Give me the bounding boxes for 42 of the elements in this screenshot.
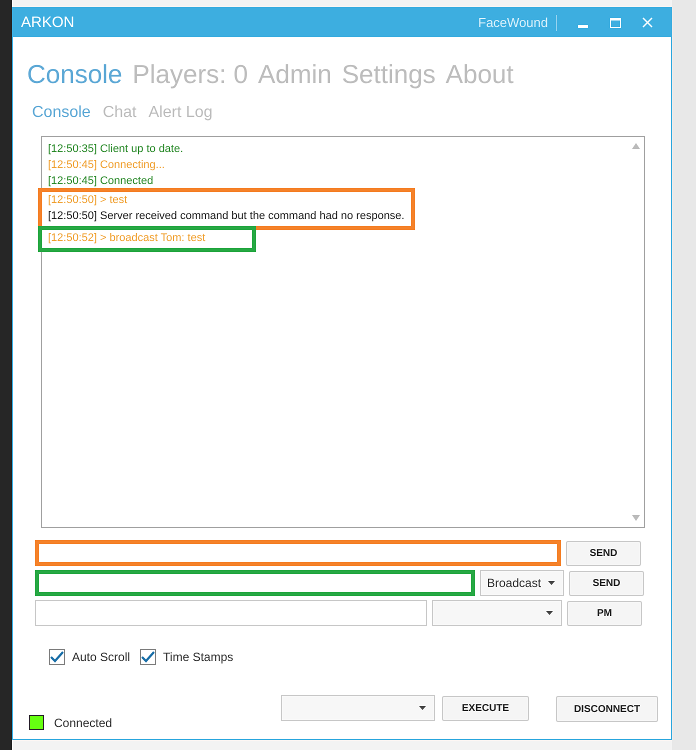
message-input[interactable] bbox=[35, 540, 561, 566]
message-input[interactable] bbox=[35, 570, 475, 596]
main-tab[interactable]: About bbox=[446, 59, 514, 90]
log-line: [12:50:50] > test bbox=[48, 193, 128, 208]
user-name: FaceWound bbox=[478, 15, 548, 30]
log-line: [12:50:35] Client up to date. bbox=[48, 142, 184, 157]
send-button[interactable]: SEND bbox=[566, 540, 641, 566]
disconnect-button[interactable]: DISCONNECT bbox=[556, 696, 658, 722]
main-tab[interactable]: Admin bbox=[258, 59, 332, 90]
checkmark-icon bbox=[50, 651, 64, 663]
checkbox[interactable] bbox=[140, 649, 156, 665]
log-line: [12:50:45] Connected bbox=[48, 174, 154, 189]
checkbox-label: Time Stamps bbox=[163, 650, 234, 664]
caret-icon bbox=[548, 581, 555, 585]
log-line: [12:50:45] Connecting... bbox=[48, 158, 166, 173]
target-dropdown[interactable]: Broadcast bbox=[480, 570, 564, 596]
message-input[interactable] bbox=[35, 600, 427, 626]
window-title: ARKON bbox=[21, 14, 76, 31]
caret-icon bbox=[419, 706, 426, 710]
scroll-up-icon[interactable] bbox=[632, 143, 640, 149]
execute-button[interactable]: EXECUTE bbox=[442, 696, 529, 721]
log-line: [12:50:52] > broadcast Tom: test bbox=[48, 231, 206, 246]
target-dropdown[interactable] bbox=[432, 600, 562, 626]
status-text: Connected bbox=[54, 716, 112, 730]
scroll-down-icon[interactable] bbox=[632, 515, 640, 521]
sub-tab[interactable]: Alert Log bbox=[148, 104, 213, 122]
send-button[interactable]: PM bbox=[567, 600, 642, 626]
send-button[interactable]: SEND bbox=[569, 570, 644, 596]
main-tab[interactable]: Console bbox=[27, 59, 122, 90]
log-line: [12:50:50] Server received command but the command had no response. bbox=[48, 209, 404, 224]
minimize-icon bbox=[578, 24, 588, 28]
maximize-icon bbox=[610, 18, 620, 28]
close-icon bbox=[642, 17, 652, 28]
caret-icon bbox=[546, 611, 553, 615]
checkbox-label: Auto Scroll bbox=[72, 650, 130, 664]
checkbox[interactable] bbox=[49, 649, 65, 665]
sub-tab[interactable]: Chat bbox=[102, 104, 136, 122]
sub-tab[interactable]: Console bbox=[32, 104, 91, 122]
main-tab[interactable]: Players: 0 bbox=[132, 59, 248, 90]
command-dropdown[interactable] bbox=[281, 695, 435, 721]
main-tab[interactable]: Settings bbox=[342, 59, 436, 90]
checkmark-icon bbox=[141, 651, 156, 663]
